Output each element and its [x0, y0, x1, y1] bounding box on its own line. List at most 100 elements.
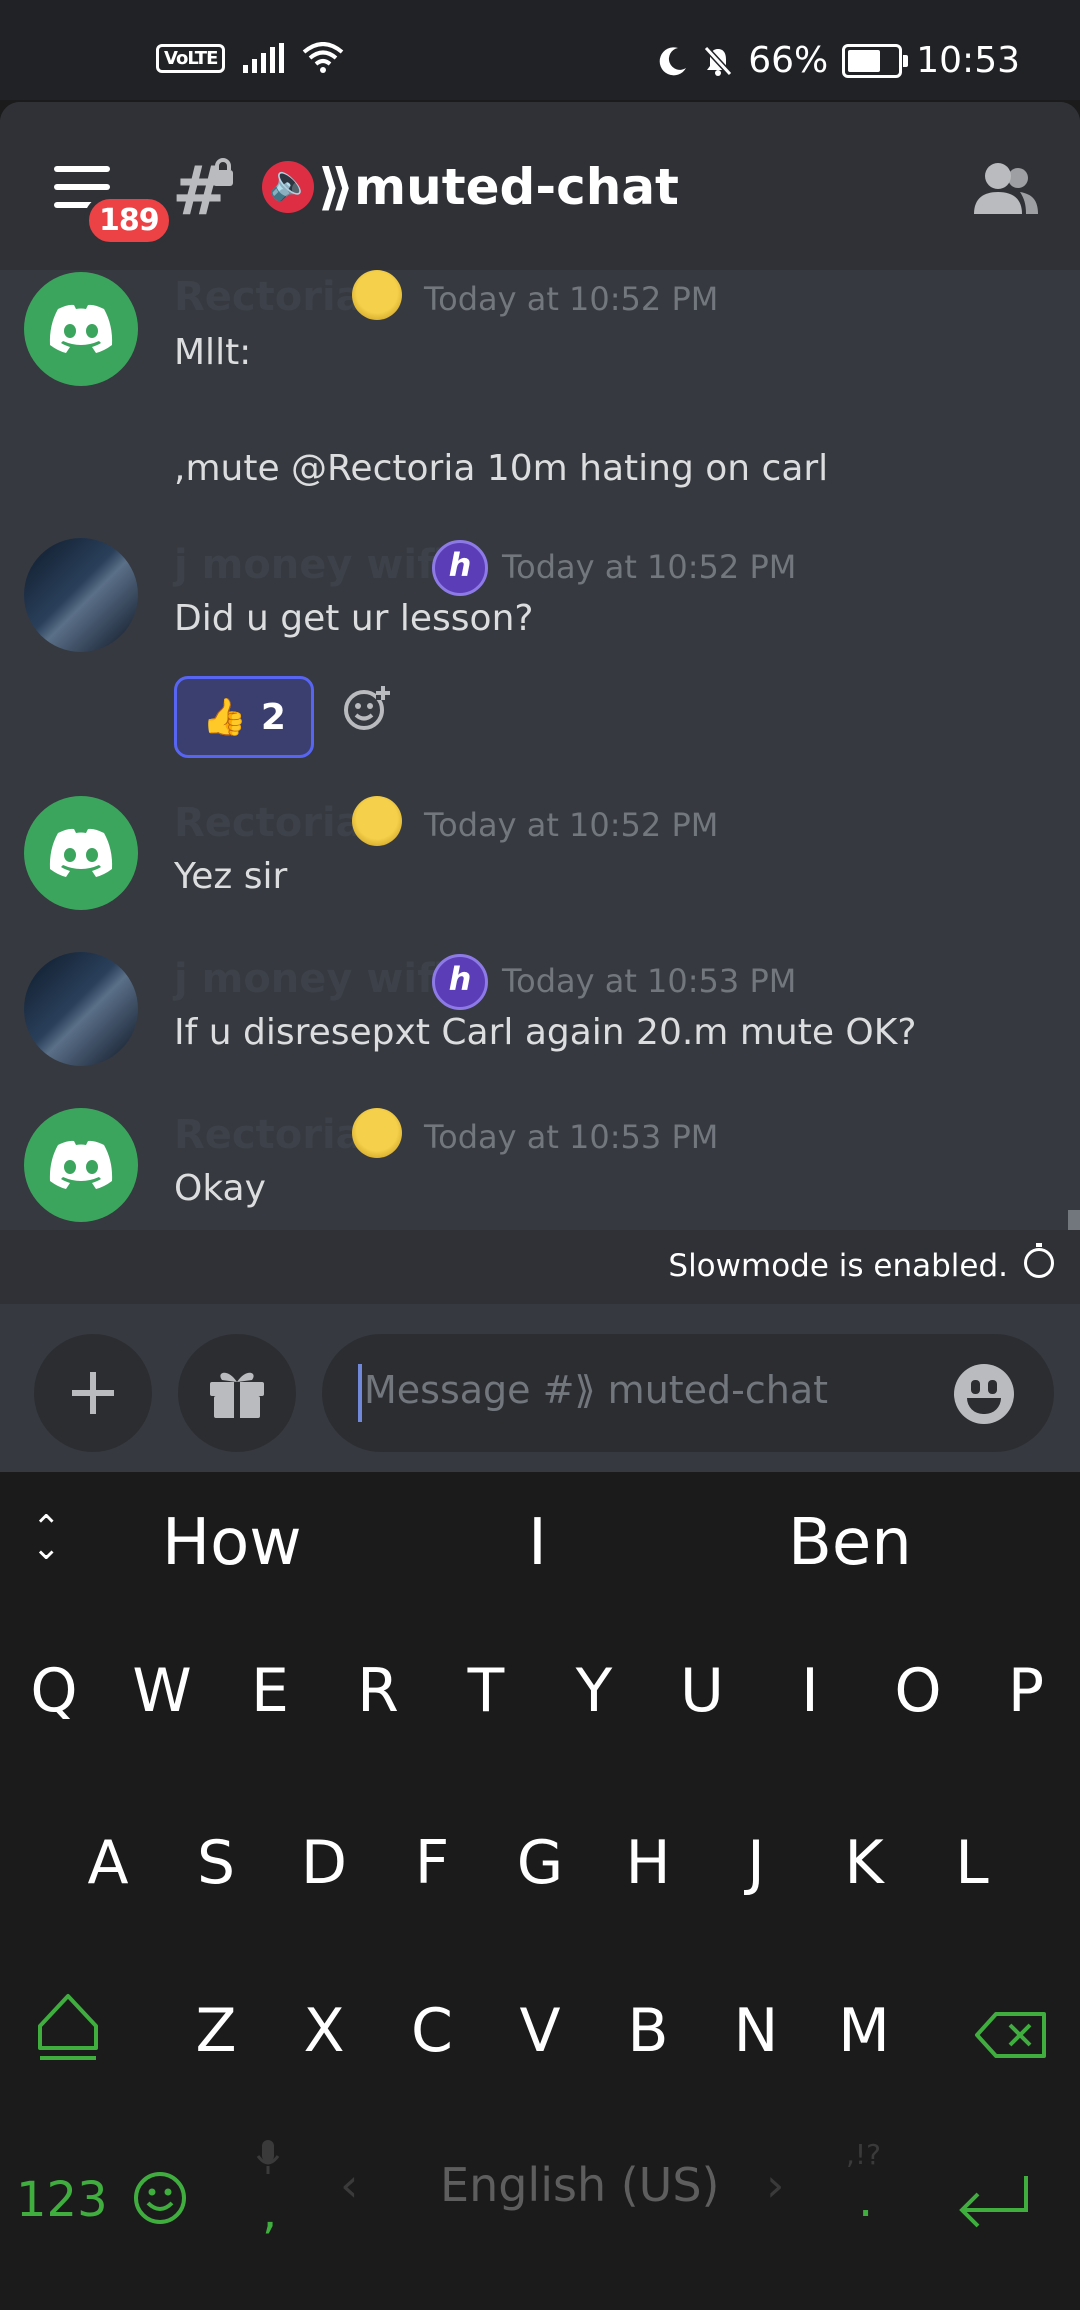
- language-label[interactable]: English (US): [440, 2158, 719, 2212]
- timestamp: Today at 10:53 PM: [424, 1118, 719, 1156]
- key-h[interactable]: H: [603, 1828, 693, 1898]
- author-name[interactable]: Rectoria: [174, 1112, 363, 1158]
- key-v[interactable]: V: [495, 1996, 585, 2066]
- key-j[interactable]: J: [711, 1828, 801, 1898]
- message-list[interactable]: Rectoria Today at 10:52 PM Mllt: ,mute @…: [0, 270, 1080, 1330]
- timestamp: Today at 10:52 PM: [502, 548, 797, 586]
- enter-icon[interactable]: [954, 2172, 1034, 2232]
- battery-percent: 66%: [748, 40, 829, 81]
- message-text: Okay: [174, 1168, 266, 1209]
- message-text: Mllt: ,mute @Rectoria 10m hating on carl: [174, 332, 829, 489]
- key-u[interactable]: U: [657, 1656, 747, 1726]
- message-text: If u disresepxt Carl again 20.m mute OK?: [174, 1012, 917, 1053]
- moon-icon: [659, 46, 687, 75]
- laughing-emoji-icon: [352, 1108, 402, 1158]
- lock-icon: [213, 158, 233, 186]
- author-name[interactable]: Rectoria: [174, 274, 363, 320]
- emoji-picker-icon[interactable]: [954, 1364, 1014, 1424]
- avatar[interactable]: [24, 1108, 138, 1222]
- reaction-thumbs-up[interactable]: 👍 2: [174, 676, 314, 758]
- author-name[interactable]: j money wifi: [174, 956, 447, 1002]
- muted-speaker-icon: [262, 161, 314, 213]
- channel-title[interactable]: ⟫muted-chat: [262, 158, 679, 216]
- key-c[interactable]: C: [387, 1996, 477, 2066]
- mute-bell-icon: [704, 45, 733, 76]
- gift-button[interactable]: [178, 1334, 296, 1452]
- status-bar: VoLTE 66% 10:53: [0, 0, 1080, 100]
- key-o[interactable]: O: [873, 1656, 963, 1726]
- channel-name: ⟫muted-chat: [318, 158, 679, 216]
- message-input[interactable]: Message #⟫ muted-chat: [322, 1334, 1054, 1452]
- text-cursor: [358, 1364, 362, 1422]
- period-key[interactable]: .: [858, 2172, 873, 2228]
- suggestion-3[interactable]: Ben: [788, 1506, 912, 1580]
- chat-panel: 189 # ⟫muted-chat Rectoria Today at 10:5…: [0, 102, 1080, 1472]
- gift-icon: [210, 1372, 264, 1418]
- message-text: Yez sir: [174, 856, 288, 897]
- key-t[interactable]: T: [441, 1656, 531, 1726]
- status-right: 66% 10:53: [658, 40, 1020, 81]
- plus-icon: [72, 1372, 114, 1414]
- volte-icon: VoLTE: [156, 43, 226, 73]
- language-left-icon: ‹: [340, 2158, 359, 2212]
- key-d[interactable]: D: [279, 1828, 369, 1898]
- author-name[interactable]: j money wifi: [174, 542, 447, 588]
- slowmode-text: Slowmode is enabled.: [668, 1248, 1008, 1284]
- key-x[interactable]: X: [279, 1996, 369, 2066]
- add-attachment-button[interactable]: [34, 1334, 152, 1452]
- discord-logo-icon: [49, 304, 113, 353]
- key-g[interactable]: G: [495, 1828, 585, 1898]
- key-a[interactable]: A: [63, 1828, 153, 1898]
- key-n[interactable]: N: [711, 1996, 801, 2066]
- scrollbar[interactable]: [1068, 1210, 1080, 1232]
- key-r[interactable]: R: [333, 1656, 423, 1726]
- microphone-icon: [256, 2140, 280, 2174]
- emoji-key-icon[interactable]: [132, 2170, 188, 2226]
- backspace-icon[interactable]: [974, 2010, 1048, 2060]
- battery-icon: [842, 43, 909, 78]
- members-icon[interactable]: [970, 158, 1040, 218]
- avatar[interactable]: [24, 538, 138, 652]
- author-name[interactable]: Rectoria: [174, 800, 363, 846]
- key-s[interactable]: S: [171, 1828, 261, 1898]
- key-m[interactable]: M: [819, 1996, 909, 2066]
- h-badge-icon: h: [432, 954, 488, 1010]
- h-badge-icon: h: [432, 540, 488, 596]
- message-placeholder: Message #⟫ muted-chat: [364, 1368, 829, 1412]
- add-reaction-icon[interactable]: [342, 682, 392, 732]
- thumbs-up-icon: 👍: [202, 697, 247, 738]
- channel-header: 189 # ⟫muted-chat: [0, 102, 1080, 270]
- notification-badge: 189: [84, 194, 174, 247]
- key-i[interactable]: I: [765, 1656, 855, 1726]
- key-p[interactable]: P: [981, 1656, 1071, 1726]
- status-left: VoLTE: [156, 42, 344, 74]
- avatar[interactable]: [24, 952, 138, 1066]
- key-l[interactable]: L: [927, 1828, 1017, 1898]
- timestamp: Today at 10:53 PM: [502, 962, 797, 1000]
- laughing-emoji-icon: [352, 270, 402, 320]
- expand-suggestions-icon[interactable]: ⌃ ⌄: [32, 1511, 61, 1565]
- key-b[interactable]: B: [603, 1996, 693, 2066]
- composer-bar: Message #⟫ muted-chat: [0, 1304, 1080, 1472]
- suggestion-1[interactable]: How: [162, 1506, 302, 1580]
- key-q[interactable]: Q: [9, 1656, 99, 1726]
- shift-icon[interactable]: [36, 1992, 100, 2062]
- reaction-count: 2: [260, 696, 286, 738]
- key-z[interactable]: Z: [171, 1996, 261, 2066]
- avatar[interactable]: [24, 272, 138, 386]
- timestamp: Today at 10:52 PM: [424, 806, 719, 844]
- key-y[interactable]: Y: [549, 1656, 639, 1726]
- timer-icon: [1024, 1243, 1054, 1278]
- keyboard: ⌃ ⌄ How I Ben QWERTYUIOP ASDFGHJKL ZXCVBN…: [0, 1472, 1080, 2310]
- key-f[interactable]: F: [387, 1828, 477, 1898]
- slowmode-bar: Slowmode is enabled.: [0, 1230, 1080, 1304]
- key-k[interactable]: K: [819, 1828, 909, 1898]
- avatar[interactable]: [24, 796, 138, 910]
- laughing-emoji-icon: [352, 796, 402, 846]
- comma-key[interactable]: ,: [262, 2184, 277, 2240]
- suggestion-2[interactable]: I: [528, 1506, 547, 1580]
- timestamp: Today at 10:52 PM: [424, 280, 719, 318]
- key-w[interactable]: W: [117, 1656, 207, 1726]
- numbers-key[interactable]: 123: [16, 2172, 108, 2228]
- key-e[interactable]: E: [225, 1656, 315, 1726]
